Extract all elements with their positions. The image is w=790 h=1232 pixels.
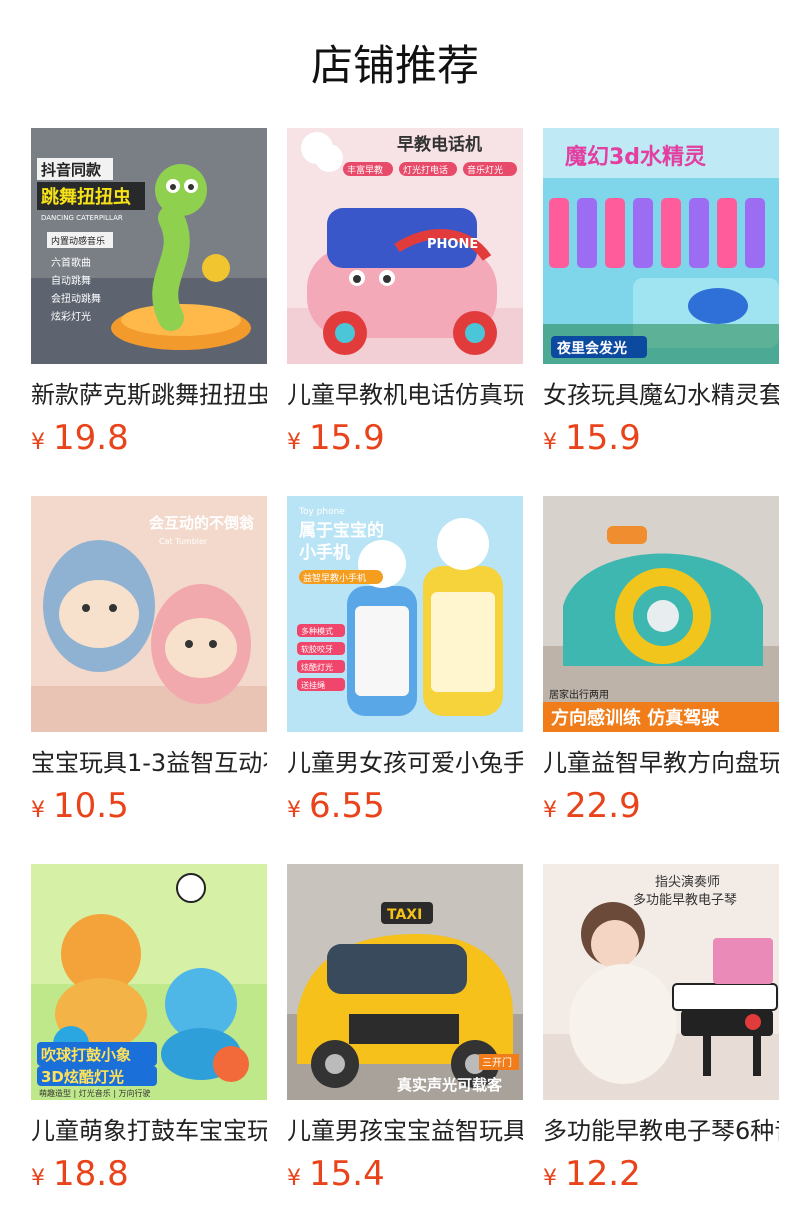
product-card[interactable]: 抖音同款 跳舞扭扭虫 DANCING CATERPILLAR 内置动感音乐 六首…: [31, 128, 267, 458]
currency-symbol: ¥: [31, 1166, 45, 1191]
image-caption: 属于宝宝的: [299, 520, 384, 541]
currency-symbol: ¥: [543, 430, 557, 455]
image-caption: 灯光打电话: [403, 164, 448, 176]
image-caption: 指尖演奏师: [655, 874, 720, 890]
image-caption: 多功能早教电子琴: [633, 892, 737, 908]
product-price: ¥22.9: [543, 786, 641, 826]
product-image[interactable]: 抖音同款 跳舞扭扭虫 DANCING CATERPILLAR 内置动感音乐 六首…: [31, 128, 267, 364]
product-price: ¥15.9: [543, 418, 641, 458]
product-image[interactable]: 魔幻3d水精灵 夜里会发光: [543, 128, 779, 364]
image-caption: 丰富早教: [347, 164, 383, 176]
product-name[interactable]: 儿童男女孩可爱小兔手机: [287, 746, 523, 780]
currency-symbol: ¥: [31, 798, 45, 823]
image-caption: 多种模式: [301, 626, 333, 636]
product-card[interactable]: 会互动的不倒翁 Cat Tumbler 宝宝玩具1-3益智互动不倒翁 ¥10.5: [31, 496, 267, 826]
image-caption: 内置动感音乐: [51, 235, 105, 247]
product-name[interactable]: 儿童早教机电话仿真玩具: [287, 378, 523, 412]
product-image[interactable]: Toy phone 属于宝宝的 小手机 益智早教小手机 多种模式 软胶咬牙 炫酷…: [287, 496, 523, 732]
product-price: ¥15.4: [287, 1154, 385, 1194]
product-name[interactable]: 儿童益智早教方向盘玩具: [543, 746, 779, 780]
currency-symbol: ¥: [31, 430, 45, 455]
product-card[interactable]: 早教电话机 丰富早教 灯光打电话 音乐灯光 PHONE 儿童早教机电话仿真玩具 …: [287, 128, 523, 458]
price-value: 15.4: [309, 1154, 385, 1194]
image-caption: 吹球打鼓小象: [41, 1046, 131, 1064]
image-caption: 软胶咬牙: [301, 644, 333, 654]
product-image[interactable]: 指尖演奏师 多功能早教电子琴: [543, 864, 779, 1100]
image-caption: Cat Tumbler: [159, 537, 208, 546]
price-value: 12.2: [565, 1154, 641, 1194]
image-caption: 会互动的不倒翁: [149, 514, 255, 532]
image-caption: 居家出行两用: [549, 688, 609, 701]
price-value: 18.8: [53, 1154, 129, 1194]
image-caption: Toy phone: [298, 507, 345, 517]
image-caption: 炫彩灯光: [51, 310, 91, 323]
product-name[interactable]: 儿童萌象打鼓车宝宝玩具: [31, 1114, 267, 1148]
product-image[interactable]: TAXI 三开门 真实声光可载客: [287, 864, 523, 1100]
image-caption: 抖音同款: [41, 161, 102, 179]
price-value: 22.9: [565, 786, 641, 826]
image-caption: 益智早教小手机: [303, 572, 366, 584]
image-caption: 小手机: [299, 542, 350, 563]
price-value: 19.8: [53, 418, 129, 458]
image-caption: 自动跳舞: [51, 274, 91, 287]
image-caption: 三开门: [482, 1056, 512, 1069]
product-price: ¥6.55: [287, 786, 385, 826]
product-price: ¥15.9: [287, 418, 385, 458]
image-caption: 真实声光可载客: [397, 1076, 503, 1094]
currency-symbol: ¥: [287, 798, 301, 823]
product-card[interactable]: 居家出行两用 方向感训练 仿真驾驶 儿童益智早教方向盘玩具 ¥22.9: [543, 496, 779, 826]
product-card[interactable]: 魔幻3d水精灵 夜里会发光 女孩玩具魔幻水精灵套装 ¥15.9: [543, 128, 779, 458]
image-caption: 方向感训练 仿真驾驶: [551, 707, 719, 729]
product-price: ¥12.2: [543, 1154, 641, 1194]
image-caption: 萌趣造型 | 灯光音乐 | 万向行驶: [39, 1088, 151, 1098]
product-image[interactable]: 会互动的不倒翁 Cat Tumbler: [31, 496, 267, 732]
currency-symbol: ¥: [543, 1166, 557, 1191]
price-value: 15.9: [565, 418, 641, 458]
product-price: ¥19.8: [31, 418, 129, 458]
product-price: ¥18.8: [31, 1154, 129, 1194]
product-image[interactable]: 居家出行两用 方向感训练 仿真驾驶: [543, 496, 779, 732]
product-name[interactable]: 女孩玩具魔幻水精灵套装: [543, 378, 779, 412]
product-name[interactable]: 多功能早教电子琴6种音色: [543, 1114, 779, 1148]
image-caption: PHONE: [427, 237, 478, 252]
price-value: 10.5: [53, 786, 129, 826]
image-caption: 音乐灯光: [467, 164, 503, 176]
product-card[interactable]: Toy phone 属于宝宝的 小手机 益智早教小手机 多种模式 软胶咬牙 炫酷…: [287, 496, 523, 826]
price-value: 6.55: [309, 786, 385, 826]
product-image[interactable]: 早教电话机 丰富早教 灯光打电话 音乐灯光 PHONE: [287, 128, 523, 364]
product-card[interactable]: 吹球打鼓小象 3D炫酷灯光 萌趣造型 | 灯光音乐 | 万向行驶 儿童萌象打鼓车…: [31, 864, 267, 1194]
image-caption: 魔幻3d水精灵: [565, 144, 706, 170]
product-name[interactable]: 儿童男孩宝宝益智玩具车: [287, 1114, 523, 1148]
currency-symbol: ¥: [287, 430, 301, 455]
image-caption: 跳舞扭扭虫: [41, 186, 131, 208]
product-price: ¥10.5: [31, 786, 129, 826]
product-card[interactable]: TAXI 三开门 真实声光可载客 儿童男孩宝宝益智玩具车 ¥15.4: [287, 864, 523, 1194]
product-image[interactable]: 吹球打鼓小象 3D炫酷灯光 萌趣造型 | 灯光音乐 | 万向行驶: [31, 864, 267, 1100]
product-name[interactable]: 宝宝玩具1-3益智互动不倒翁: [31, 746, 267, 780]
image-caption: 会扭动跳舞: [51, 292, 101, 305]
image-caption: 送挂绳: [301, 680, 325, 690]
product-name[interactable]: 新款萨克斯跳舞扭扭虫: [31, 378, 267, 412]
currency-symbol: ¥: [543, 798, 557, 823]
image-caption: DANCING CATERPILLAR: [41, 214, 123, 222]
currency-symbol: ¥: [287, 1166, 301, 1191]
product-card[interactable]: 指尖演奏师 多功能早教电子琴 多功能早教电子琴6种音色 ¥12.2: [543, 864, 779, 1194]
image-caption: TAXI: [387, 907, 422, 923]
image-caption: 六首歌曲: [51, 256, 91, 269]
image-caption: 炫酷灯光: [301, 662, 333, 672]
page-title: 店铺推荐: [310, 41, 479, 90]
price-value: 15.9: [309, 418, 385, 458]
image-caption: 夜里会发光: [556, 340, 627, 357]
image-caption: 3D炫酷灯光: [41, 1068, 124, 1086]
image-caption: 早教电话机: [397, 134, 482, 155]
